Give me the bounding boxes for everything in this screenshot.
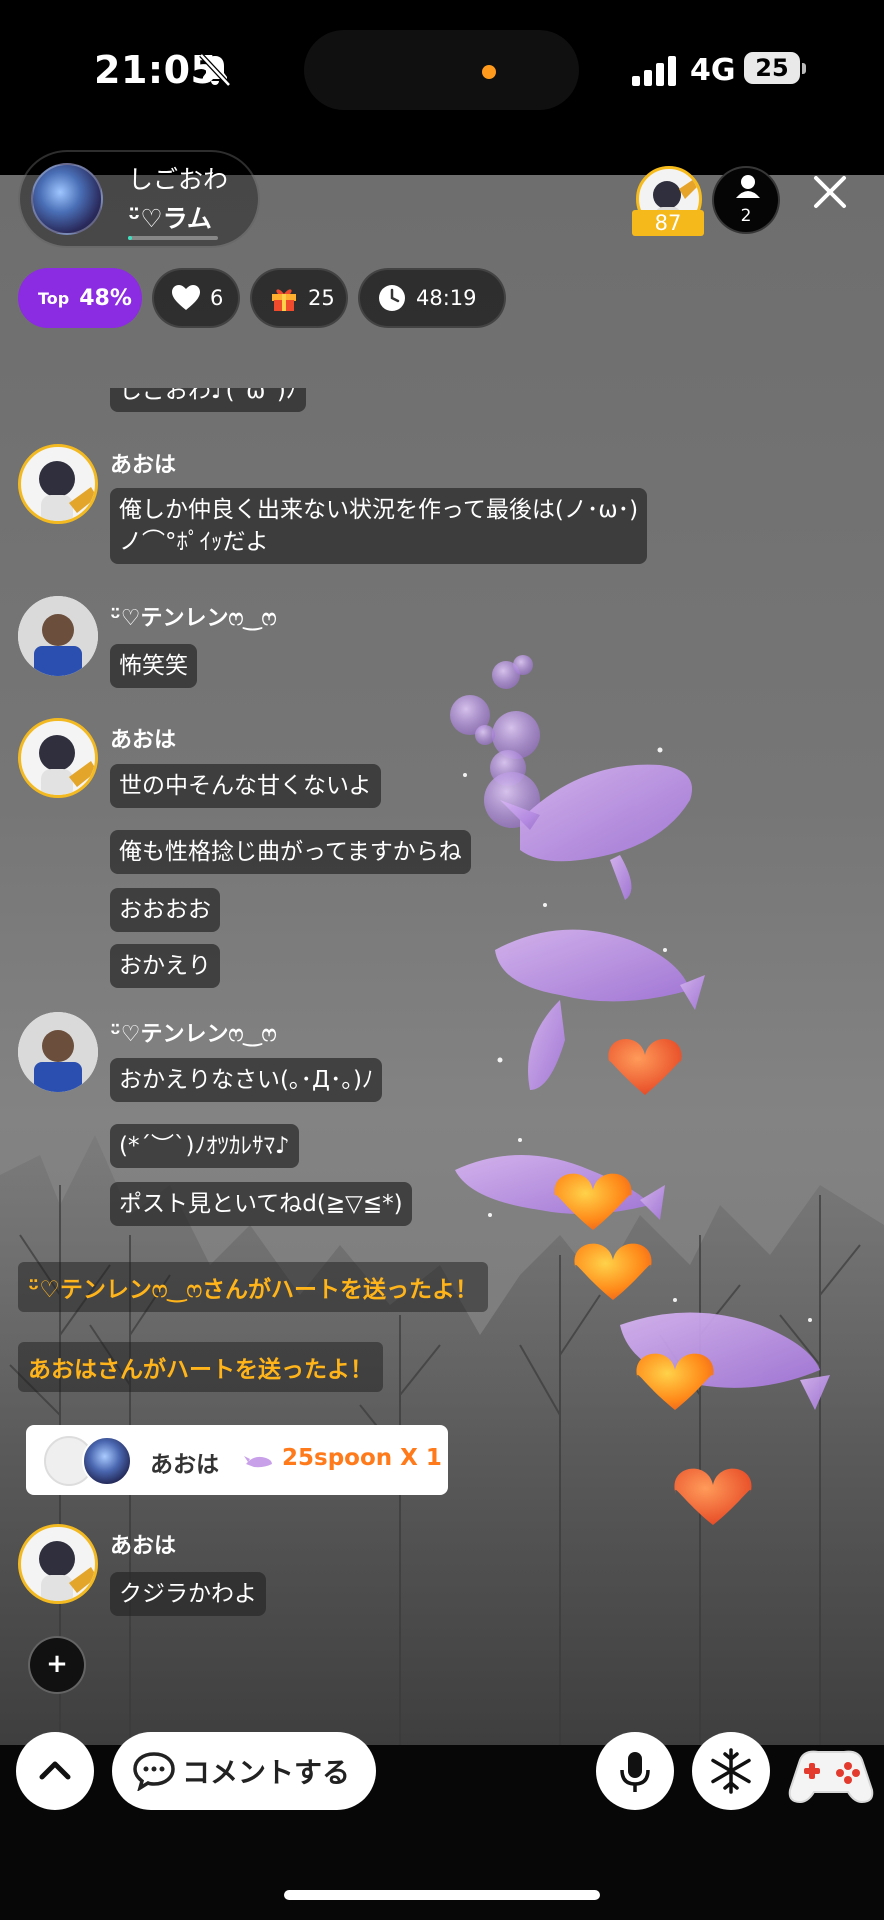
likes-counter[interactable]: 6 xyxy=(152,268,240,328)
avatar-art xyxy=(18,1012,98,1092)
elapsed-value: 48:19 xyxy=(416,286,477,310)
elapsed-time[interactable]: 48:19 xyxy=(358,268,506,328)
top-percent: 48% xyxy=(79,285,132,311)
chat-username: ᵕ̈♡テンレンෆ‿ෆ xyxy=(110,606,277,631)
chat-username: あおは xyxy=(110,453,177,478)
chat-bubble: 俺しか仲良く出来ない状況を作って最後は(ノ･ω･) ノ⌒°ﾎﾟｲｯだよ xyxy=(110,488,648,564)
status-bar: 21:05 4G 25 xyxy=(0,0,884,175)
game-button[interactable] xyxy=(786,1740,876,1810)
gifts-counter[interactable]: 25 xyxy=(250,268,348,328)
chat-line: ノ⌒°ﾎﾟｲｯだよ xyxy=(119,529,269,555)
chat-username: ᵕ̈♡テンレンෆ‿ෆ xyxy=(110,1022,277,1047)
gift-icon xyxy=(272,289,296,311)
chat-bubble: おおおお xyxy=(110,888,220,932)
expand-button[interactable] xyxy=(16,1732,94,1810)
mic-indicator-dot xyxy=(482,65,496,79)
top-rank-badge[interactable]: Top 48% xyxy=(18,268,142,328)
battery-level: 25 xyxy=(755,54,789,82)
user-avatar-tenren[interactable] xyxy=(18,596,98,676)
heart-icon xyxy=(172,285,200,310)
battery-icon: 25 xyxy=(744,52,800,84)
listener-count: 2 xyxy=(740,206,752,226)
snowflake-icon xyxy=(711,1748,751,1794)
chat-bubble: 俺も性格捻じ曲がってますからね xyxy=(110,830,471,874)
network-type: 4G xyxy=(690,53,736,88)
heart-notice: あおはさんがハートを送ったよ！ xyxy=(18,1342,383,1392)
chat-bubble: (*´︶`)ﾉｵﾂｶﾚｻﾏ♪ xyxy=(110,1124,299,1168)
chat-bubble: 世の中そんな甘くないよ xyxy=(110,764,381,808)
chat-bubble: おかえり xyxy=(110,944,220,988)
chevron-up-icon xyxy=(39,1761,71,1780)
comment-button[interactable]: コメントする xyxy=(112,1732,376,1810)
chat-bubble: ポスト見といてねd(≧▽≦*) xyxy=(110,1182,412,1226)
close-icon[interactable] xyxy=(808,170,852,214)
heart-notice: ᵕ̈♡テンレンෆ‿ෆさんがハートを送ったよ！ xyxy=(18,1262,489,1312)
gamepad-icon xyxy=(788,1750,874,1804)
gifts-count: 25 xyxy=(308,286,335,310)
signal-icon xyxy=(632,56,676,86)
chat-bubble: おかえりなさい(｡･Д･｡)ﾉ xyxy=(110,1058,383,1102)
speech-bubble-icon xyxy=(133,1752,175,1791)
chat-bubble: クジラかわよ xyxy=(110,1572,266,1616)
top-fan-badge: 87 xyxy=(632,210,704,236)
gift-sender-name: あおは xyxy=(150,1452,219,1478)
host-level-bar xyxy=(128,236,218,240)
host-subtitle: ᵕ̈♡ラム xyxy=(128,204,212,233)
host-avatar[interactable] xyxy=(31,163,103,235)
mic-button[interactable] xyxy=(596,1732,674,1810)
chat-line: 俺しか仲良く出来ない状況を作って最後は(ノ･ω･) xyxy=(119,497,639,523)
bell-slash-icon xyxy=(199,53,231,87)
snowflake-button[interactable] xyxy=(692,1732,770,1810)
person-icon xyxy=(736,175,760,198)
dynamic-island xyxy=(304,30,579,110)
user-avatar-tenren[interactable] xyxy=(18,1012,98,1092)
avatar-art xyxy=(18,596,98,676)
gift-receiver-avatar xyxy=(82,1436,132,1486)
battery-cap xyxy=(802,63,806,74)
chat-bubble: 怖笑笑 xyxy=(110,644,197,688)
gift-amount: 25spoon X 1 xyxy=(282,1445,442,1471)
top-label: Top xyxy=(38,288,70,308)
expand-plus-button[interactable]: + xyxy=(28,1636,86,1694)
clock-icon xyxy=(379,285,405,311)
chat-username: あおは xyxy=(110,728,177,753)
user-avatar-aoha[interactable] xyxy=(18,444,98,524)
comment-label: コメントする xyxy=(182,1756,351,1789)
likes-count: 6 xyxy=(210,286,224,310)
chat-username: あおは xyxy=(110,1534,177,1559)
mic-icon xyxy=(620,1752,650,1792)
host-name: しごおわ xyxy=(128,165,229,194)
home-indicator[interactable] xyxy=(284,1890,600,1900)
whale-icon xyxy=(244,1456,272,1468)
user-avatar-aoha[interactable] xyxy=(18,718,98,798)
user-avatar-aoha[interactable] xyxy=(18,1524,98,1604)
